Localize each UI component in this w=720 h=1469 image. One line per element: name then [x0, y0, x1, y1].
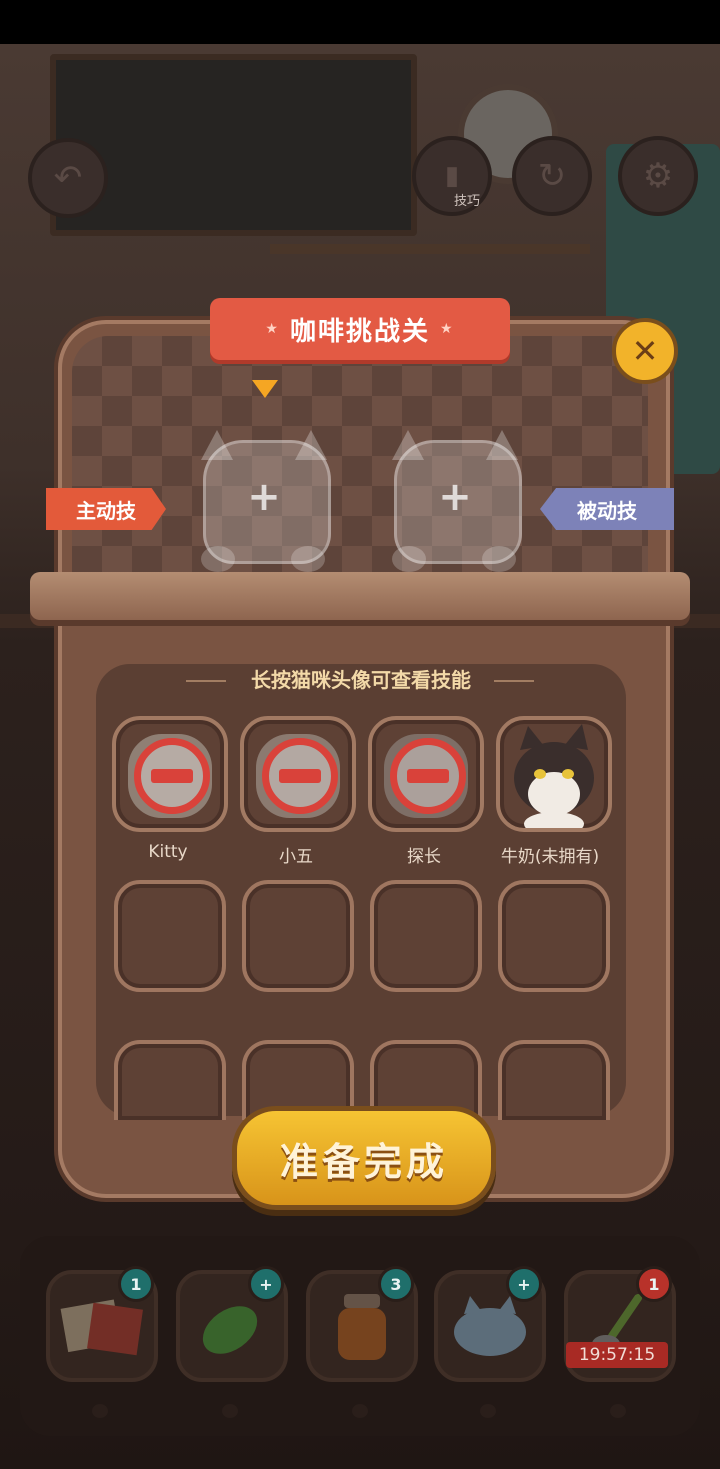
dialog-title-banner: ★ 咖啡挑战关 ★	[210, 298, 510, 360]
empty-cat-slot	[114, 1040, 226, 1120]
selected-slot-marker	[252, 380, 278, 398]
passive-skill-slot[interactable]: +	[388, 430, 522, 572]
active-skill-slot[interactable]: +	[197, 430, 331, 572]
locked-icon	[262, 738, 338, 814]
paw-print-decoration	[480, 1404, 496, 1418]
passive-skill-tag: 被动技	[540, 488, 674, 530]
slot-paw-right	[291, 546, 325, 572]
empty-cat-slot	[114, 880, 226, 992]
cat-card-niunai[interactable]	[496, 716, 612, 832]
paw-print-decoration	[610, 1404, 626, 1418]
cat-card-tanzhang[interactable]	[368, 716, 484, 832]
cat-avatar	[514, 724, 594, 828]
cat-card-xiaowu[interactable]	[240, 716, 356, 832]
book-icon: ▮	[444, 161, 460, 191]
tips-label: 技巧	[453, 194, 480, 209]
back-button[interactable]: ↶	[28, 138, 108, 218]
cat-name: 牛奶(未拥有)	[500, 847, 600, 867]
chalkboard	[50, 54, 417, 236]
empty-cat-slot	[498, 880, 610, 992]
back-arrow-icon: ↶	[53, 158, 83, 198]
settings-button[interactable]: ⚙	[618, 136, 698, 216]
add-item-badge[interactable]: +	[506, 1266, 542, 1302]
ready-button[interactable]: 准备完成	[232, 1106, 496, 1210]
dialog-title: 咖啡挑战关	[289, 316, 430, 347]
slot-paw-right	[482, 546, 516, 572]
star-icon: ★	[440, 321, 455, 337]
item-count-badge: 1	[118, 1266, 154, 1302]
cat-card-kitty[interactable]	[112, 716, 228, 832]
add-icon: +	[438, 474, 472, 520]
locked-icon	[134, 738, 210, 814]
skill-slot-area	[72, 336, 648, 581]
gear-icon: ⚙	[642, 156, 674, 196]
cooldown-timer: 19:57:15	[566, 1342, 668, 1368]
empty-cat-slot	[242, 880, 354, 992]
hint-text: 长按猫咪头像可查看技能	[251, 668, 471, 692]
refresh-button[interactable]: ↻	[512, 136, 592, 216]
add-icon: +	[247, 474, 281, 520]
wooden-ledge	[30, 572, 690, 620]
slot-paw-left	[392, 546, 426, 572]
close-icon: ✕	[631, 332, 659, 370]
cat-name: Kitty	[148, 842, 188, 862]
paw-print-decoration	[92, 1404, 108, 1418]
refresh-icon: ↻	[537, 156, 567, 196]
active-skill-tag: 主动技	[46, 488, 166, 530]
item-count-badge: 1	[636, 1266, 672, 1302]
slot-paw-left	[201, 546, 235, 572]
locked-icon	[390, 738, 466, 814]
cup-shelf	[270, 244, 590, 254]
cat-name: 探长	[407, 847, 441, 867]
cat-name: 小五	[279, 847, 313, 867]
close-button[interactable]: ✕	[612, 318, 678, 384]
empty-cat-slot	[370, 880, 482, 992]
empty-cat-slot	[498, 1040, 610, 1120]
item-count-badge: 3	[378, 1266, 414, 1302]
star-icon: ★	[265, 321, 280, 337]
add-item-badge[interactable]: +	[248, 1266, 284, 1302]
paw-print-decoration	[352, 1404, 368, 1418]
paw-print-decoration	[222, 1404, 238, 1418]
